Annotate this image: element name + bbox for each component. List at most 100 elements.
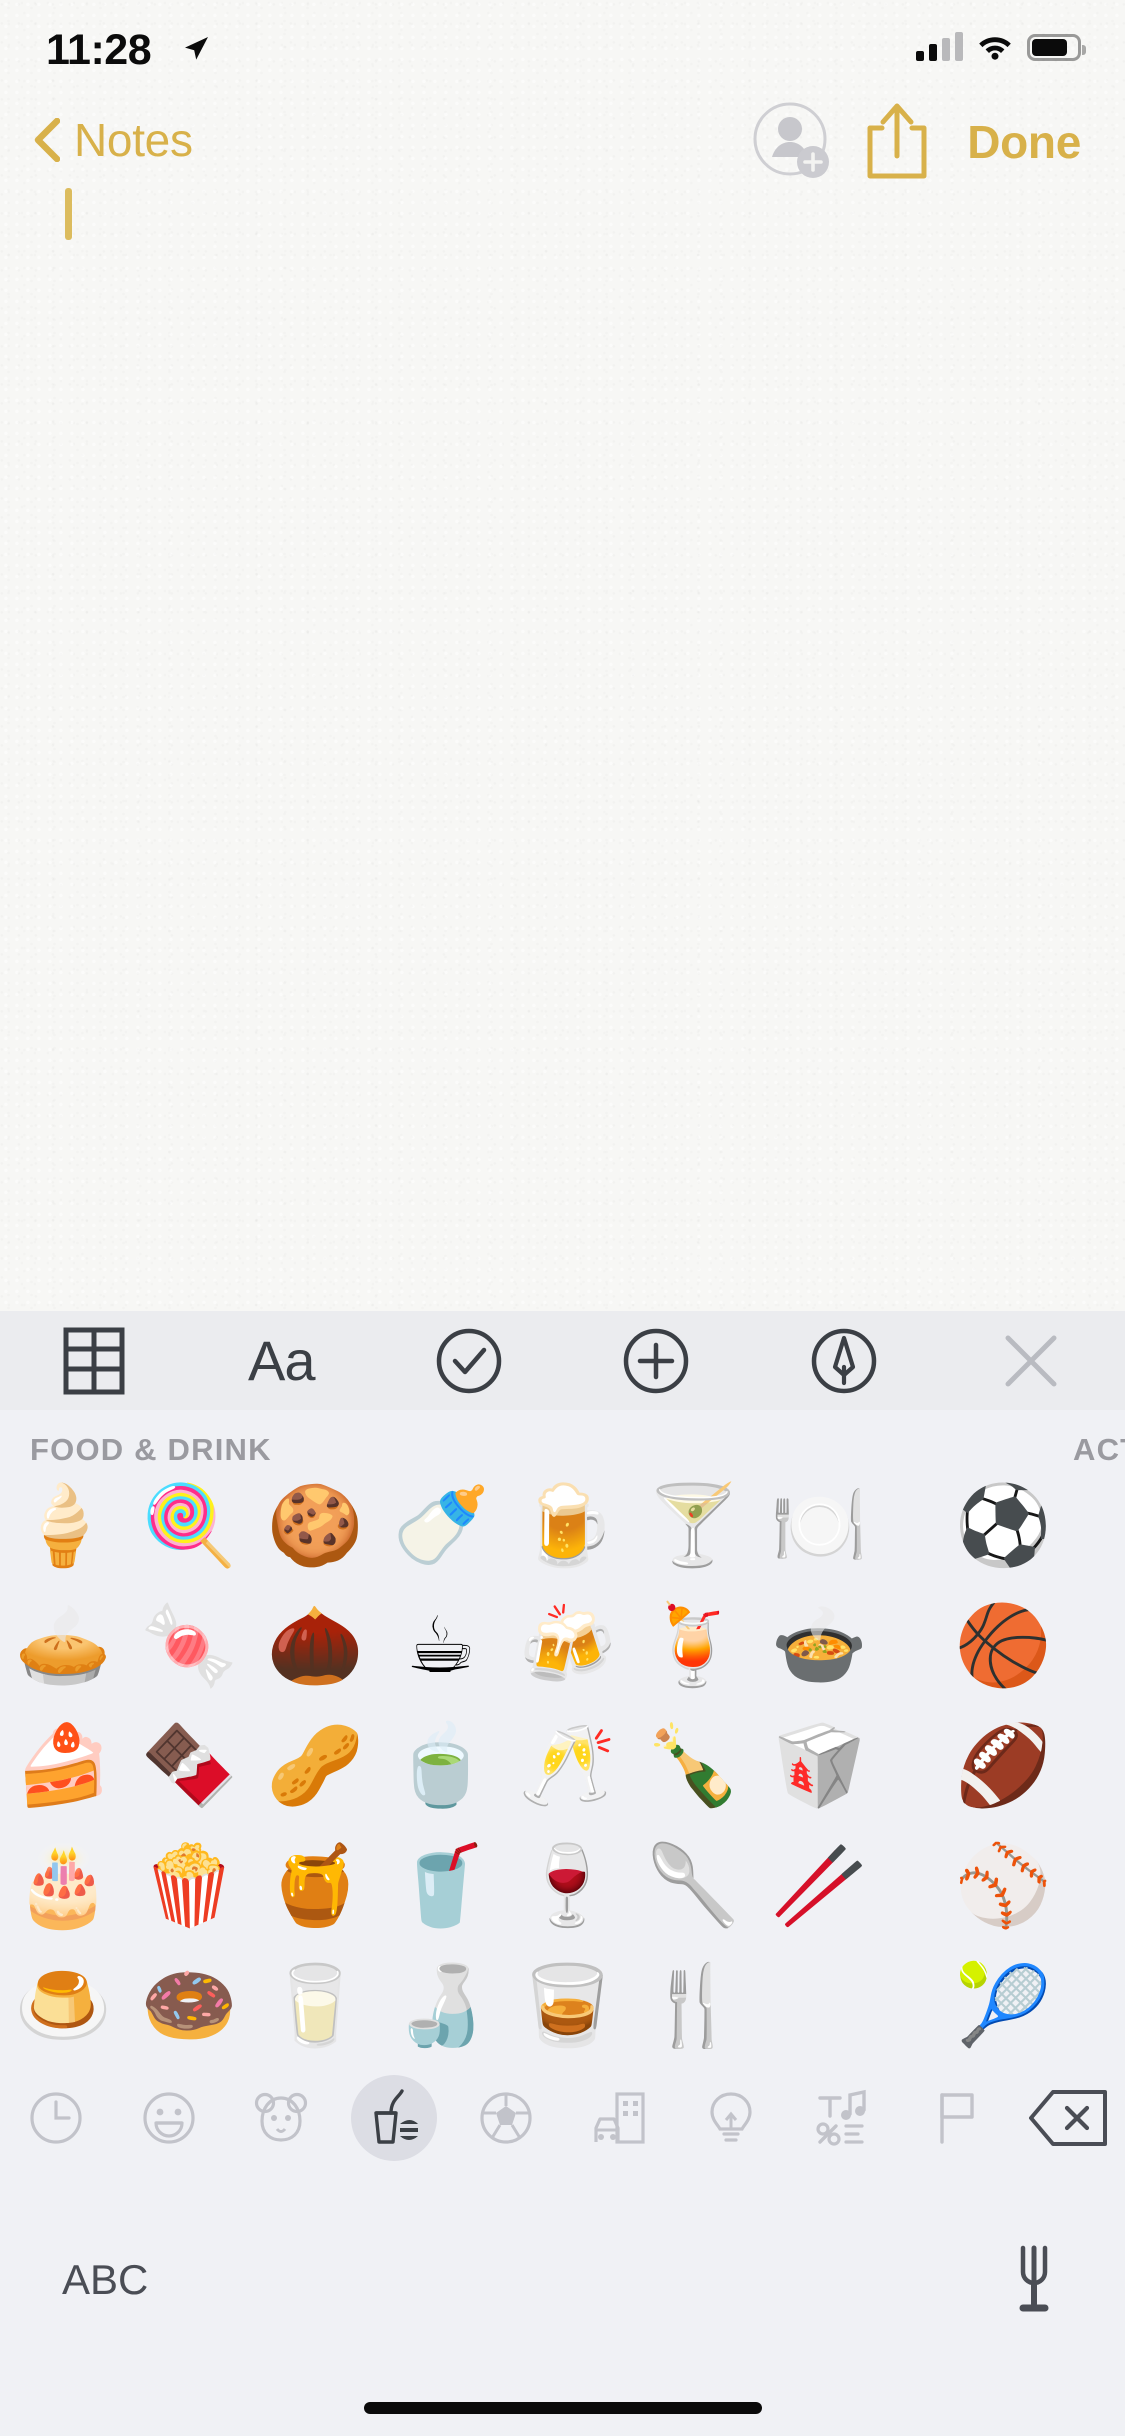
share-icon xyxy=(867,103,927,179)
emoji-button[interactable]: 🍮 xyxy=(0,1946,126,2066)
text-format-button[interactable]: Aa xyxy=(188,1311,376,1410)
dictation-button[interactable] xyxy=(999,2240,1069,2324)
emoji-button[interactable]: 🍫 xyxy=(126,1706,252,1826)
emoji-category-objects[interactable] xyxy=(675,2070,788,2166)
emoji-button[interactable]: 🍯 xyxy=(252,1826,378,1946)
emoji-button[interactable]: 🍾 xyxy=(630,1706,756,1826)
food-drink-icon xyxy=(374,2089,418,2144)
emoji-button[interactable]: 🏈 xyxy=(940,1706,1066,1826)
emoji-category-travel-places[interactable] xyxy=(563,2070,676,2166)
emoji-button[interactable]: 🥂 xyxy=(504,1706,630,1826)
emoji-button[interactable]: 🎾 xyxy=(940,1946,1066,2066)
abc-keyboard-button[interactable]: ABC xyxy=(40,2242,170,2318)
emoji-button[interactable]: 🥄 xyxy=(630,1826,756,1946)
emoji-row: 🍮 🍩 🥛 🍶 🥃 🍴 🎾 xyxy=(0,1946,1125,2066)
nav-actions: Done xyxy=(741,96,1125,188)
travel-places-icon xyxy=(594,2092,645,2144)
keyboard-bottom-row: ABC xyxy=(0,2200,1125,2360)
current-category-title: FOOD & DRINK xyxy=(30,1432,272,1467)
emoji-button[interactable]: 🥤 xyxy=(378,1826,504,1946)
checklist-button[interactable] xyxy=(375,1311,563,1410)
home-indicator[interactable] xyxy=(363,2402,762,2414)
markup-button[interactable] xyxy=(750,1311,938,1410)
emoji-category-flags[interactable] xyxy=(900,2070,1013,2166)
next-category-title: ACTIVITY xyxy=(1073,1432,1125,1467)
emoji-category-activity[interactable] xyxy=(450,2070,563,2166)
emoji-button[interactable]: 🍪 xyxy=(252,1466,378,1586)
add-attachment-icon xyxy=(624,1328,689,1393)
location-arrow-icon xyxy=(185,37,208,60)
emoji-button[interactable]: 🍿 xyxy=(126,1826,252,1946)
emoji-button[interactable]: ⚾ xyxy=(940,1826,1066,1946)
done-button-label: Done xyxy=(967,116,1081,168)
emoji-button[interactable]: 🥜 xyxy=(252,1706,378,1826)
emoji-button[interactable]: 🍽️ xyxy=(756,1466,882,1586)
emoji-button[interactable]: 🍭 xyxy=(126,1466,252,1586)
emoji-button[interactable]: 🏀 xyxy=(940,1586,1066,1706)
navigation-bar: Notes Done xyxy=(0,96,1125,188)
delete-backspace-button[interactable] xyxy=(1013,2070,1125,2166)
chevron-left-icon xyxy=(34,118,60,162)
microphone-icon xyxy=(1019,2245,1049,2312)
text-format-label: Aa xyxy=(248,1328,315,1392)
emoji-button[interactable]: 🥛 xyxy=(252,1946,378,2066)
emoji-row: 🍰 🍫 🥜 🍵 🥂 🍾 🥡 🏈 xyxy=(0,1706,1125,1826)
emoji-button[interactable]: 🍶 xyxy=(378,1946,504,2066)
status-bar: 11:28 xyxy=(0,0,1125,96)
emoji-row: 🥧 🍬 🌰 ☕ 🍻 🍹 🍲 🏀 xyxy=(0,1586,1125,1706)
animals-icon xyxy=(255,2092,308,2142)
done-button[interactable]: Done xyxy=(949,96,1125,188)
status-indicators xyxy=(916,30,1086,64)
emoji-button[interactable]: 🍸 xyxy=(630,1466,756,1586)
delete-backspace-icon xyxy=(1028,2090,1107,2146)
status-time: 11:28 xyxy=(46,26,152,74)
emoji-button[interactable]: 🍷 xyxy=(504,1826,630,1946)
table-button[interactable] xyxy=(0,1311,188,1410)
emoji-button[interactable]: 🌰 xyxy=(252,1586,378,1706)
smileys-icon xyxy=(143,2092,195,2144)
share-button[interactable] xyxy=(845,96,949,188)
emoji-category-food-drink[interactable] xyxy=(338,2070,451,2166)
checklist-icon xyxy=(436,1328,501,1393)
note-text-editor[interactable] xyxy=(0,188,1125,1311)
emoji-button[interactable]: 🍵 xyxy=(378,1706,504,1826)
emoji-button[interactable]: 🥢 xyxy=(756,1826,882,1946)
emoji-row: 🍦 🍭 🍪 🍼 🍺 🍸 🍽️ ⚽ xyxy=(0,1466,1125,1586)
note-format-toolbar: Aa xyxy=(0,1311,1125,1410)
emoji-button[interactable]: ☕ xyxy=(378,1586,504,1706)
back-to-notes-button[interactable]: Notes xyxy=(24,101,203,179)
table-icon xyxy=(63,1327,125,1394)
emoji-button[interactable]: 🍴 xyxy=(630,1946,756,2066)
emoji-category-symbols[interactable] xyxy=(788,2070,901,2166)
emoji-button[interactable]: 🍻 xyxy=(504,1586,630,1706)
add-attachment-button[interactable] xyxy=(563,1311,751,1410)
emoji-button[interactable]: 🎂 xyxy=(0,1826,126,1946)
close-keyboard-button[interactable] xyxy=(938,1311,1125,1410)
emoji-button[interactable]: 🍦 xyxy=(0,1466,126,1586)
emoji-button[interactable]: 🍲 xyxy=(756,1586,882,1706)
emoji-button[interactable]: 🥡 xyxy=(756,1706,882,1826)
emoji-button[interactable]: 🍹 xyxy=(630,1586,756,1706)
emoji-button[interactable]: 🍺 xyxy=(504,1466,630,1586)
emoji-button[interactable]: 🍼 xyxy=(378,1466,504,1586)
objects-icon xyxy=(710,2092,752,2142)
add-person-button[interactable] xyxy=(741,96,845,188)
close-icon xyxy=(1005,1335,1057,1386)
emoji-button[interactable]: 🥧 xyxy=(0,1586,126,1706)
activity-icon xyxy=(480,2092,532,2144)
iphone-screen: 11:28 Notes Done Aa FOOD & DRINK AC 🍦 🍭 … xyxy=(0,0,1125,2436)
emoji-category-recent[interactable] xyxy=(0,2070,113,2166)
emoji-category-animals[interactable] xyxy=(225,2070,338,2166)
emoji-button[interactable]: 🍩 xyxy=(126,1946,252,2066)
wifi-icon xyxy=(979,37,1011,60)
emoji-button[interactable]: 🥃 xyxy=(504,1946,630,2066)
symbols-icon xyxy=(816,2089,866,2146)
emoji-category-smileys[interactable] xyxy=(113,2070,226,2166)
flags-icon xyxy=(940,2093,974,2144)
emoji-button[interactable]: ⚽ xyxy=(940,1466,1066,1586)
add-person-icon xyxy=(753,102,830,178)
emoji-button[interactable] xyxy=(756,1946,882,2066)
emoji-button[interactable]: 🍬 xyxy=(126,1586,252,1706)
emoji-keyboard: FOOD & DRINK ACTIVITY 🍦 🍭 🍪 🍼 🍺 🍸 🍽️ ⚽ 🥧… xyxy=(0,1410,1125,2436)
emoji-button[interactable]: 🍰 xyxy=(0,1706,126,1826)
